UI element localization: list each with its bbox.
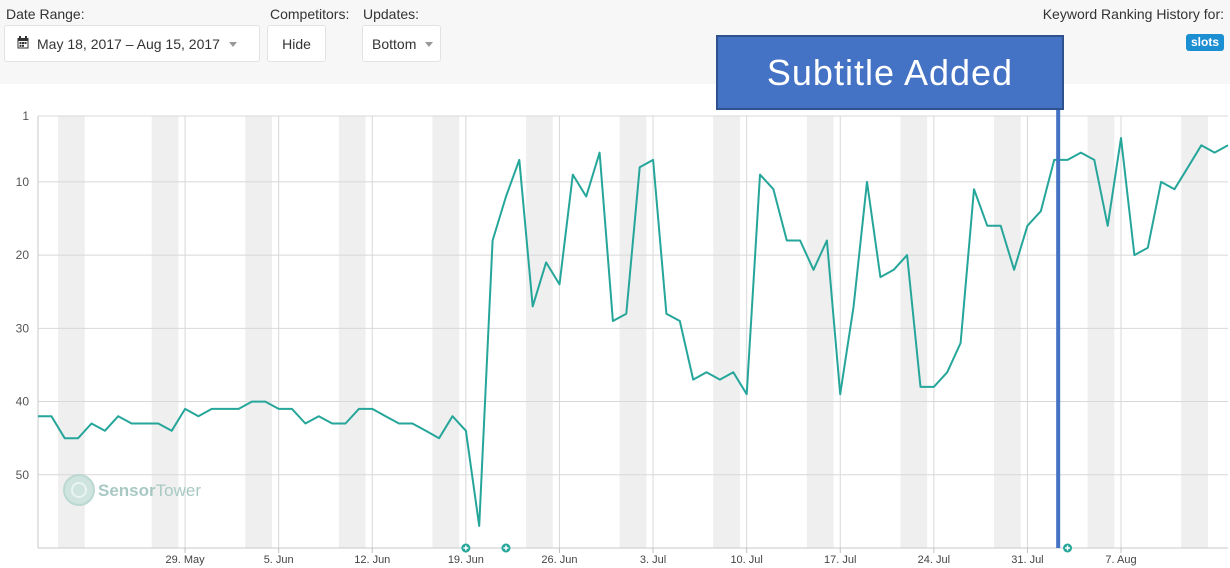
- competitors-label: Competitors:: [270, 6, 350, 22]
- weekend-band: [1181, 116, 1208, 548]
- x-tick-label: 10. Jul: [730, 554, 762, 566]
- weekend-band: [806, 116, 834, 548]
- calendar-icon: [17, 35, 29, 52]
- date-range-label: Date Range:: [6, 6, 85, 22]
- watermark-text: SensorTower: [98, 481, 201, 500]
- competitors-hide-button[interactable]: Hide: [267, 25, 326, 62]
- x-tick-label: 26. Jun: [541, 554, 577, 566]
- weekend-band: [1087, 116, 1115, 548]
- x-tick-label: 29. May: [166, 554, 206, 566]
- keyword-badge[interactable]: slots: [1185, 34, 1224, 51]
- y-tick-label: 30: [16, 321, 30, 335]
- x-tick-label: 5. Jun: [264, 554, 294, 566]
- sensortower-logo-icon: [63, 474, 95, 506]
- chevron-down-icon: [228, 42, 237, 47]
- chevron-down-icon: [425, 42, 434, 47]
- weekend-band: [432, 116, 460, 548]
- y-tick-label: 20: [16, 248, 30, 262]
- x-tick-label: 31. Jul: [1011, 554, 1043, 566]
- x-tick-label: 12. Jun: [354, 554, 390, 566]
- watermark-text-light: Tower: [156, 481, 202, 500]
- keyword-history-title: Keyword Ranking History for:: [1042, 6, 1224, 22]
- y-tick-label: 10: [16, 175, 30, 189]
- callout-text: Subtitle Added: [766, 51, 1014, 93]
- update-marker-icon[interactable]: [501, 543, 511, 553]
- weekend-band: [338, 116, 366, 548]
- y-tick-label: 50: [16, 468, 30, 482]
- watermark-text-dark: Sensor: [98, 481, 156, 500]
- weekend-band: [900, 116, 928, 548]
- weekend-band: [994, 116, 1021, 548]
- subtitle-added-callout: Subtitle Added: [716, 35, 1064, 110]
- updates-value: Bottom: [372, 35, 417, 52]
- date-range-value: May 18, 2017 – Aug 15, 2017: [37, 35, 220, 52]
- weekend-band: [245, 116, 272, 548]
- x-tick-label: 7. Aug: [1105, 554, 1136, 566]
- y-tick-label: 40: [16, 395, 30, 409]
- weekend-band: [526, 116, 553, 548]
- date-range-dropdown[interactable]: May 18, 2017 – Aug 15, 2017: [4, 25, 260, 62]
- updates-dropdown[interactable]: Bottom: [362, 25, 441, 62]
- update-marker-icon[interactable]: [461, 543, 471, 553]
- x-tick-label: 19. Jun: [448, 554, 484, 566]
- annotation-line: [1056, 108, 1061, 548]
- x-tick-label: 24. Jul: [918, 554, 950, 566]
- weekend-band: [619, 116, 647, 548]
- x-tick-label: 3. Jul: [640, 554, 666, 566]
- updates-label: Updates:: [363, 6, 420, 22]
- x-tick-label: 17. Jul: [824, 554, 856, 566]
- subtitle-added-line: [1056, 108, 1061, 548]
- ranking-chart: 1 10 20 30 40 50 29. May 5. Jun 12. Jun 19. Jun 2…: [0, 84, 1230, 568]
- weekend-band: [713, 116, 740, 548]
- competitors-value: Hide: [282, 35, 311, 52]
- update-marker-icon[interactable]: [1063, 543, 1073, 553]
- y-tick-label: 1: [22, 109, 29, 123]
